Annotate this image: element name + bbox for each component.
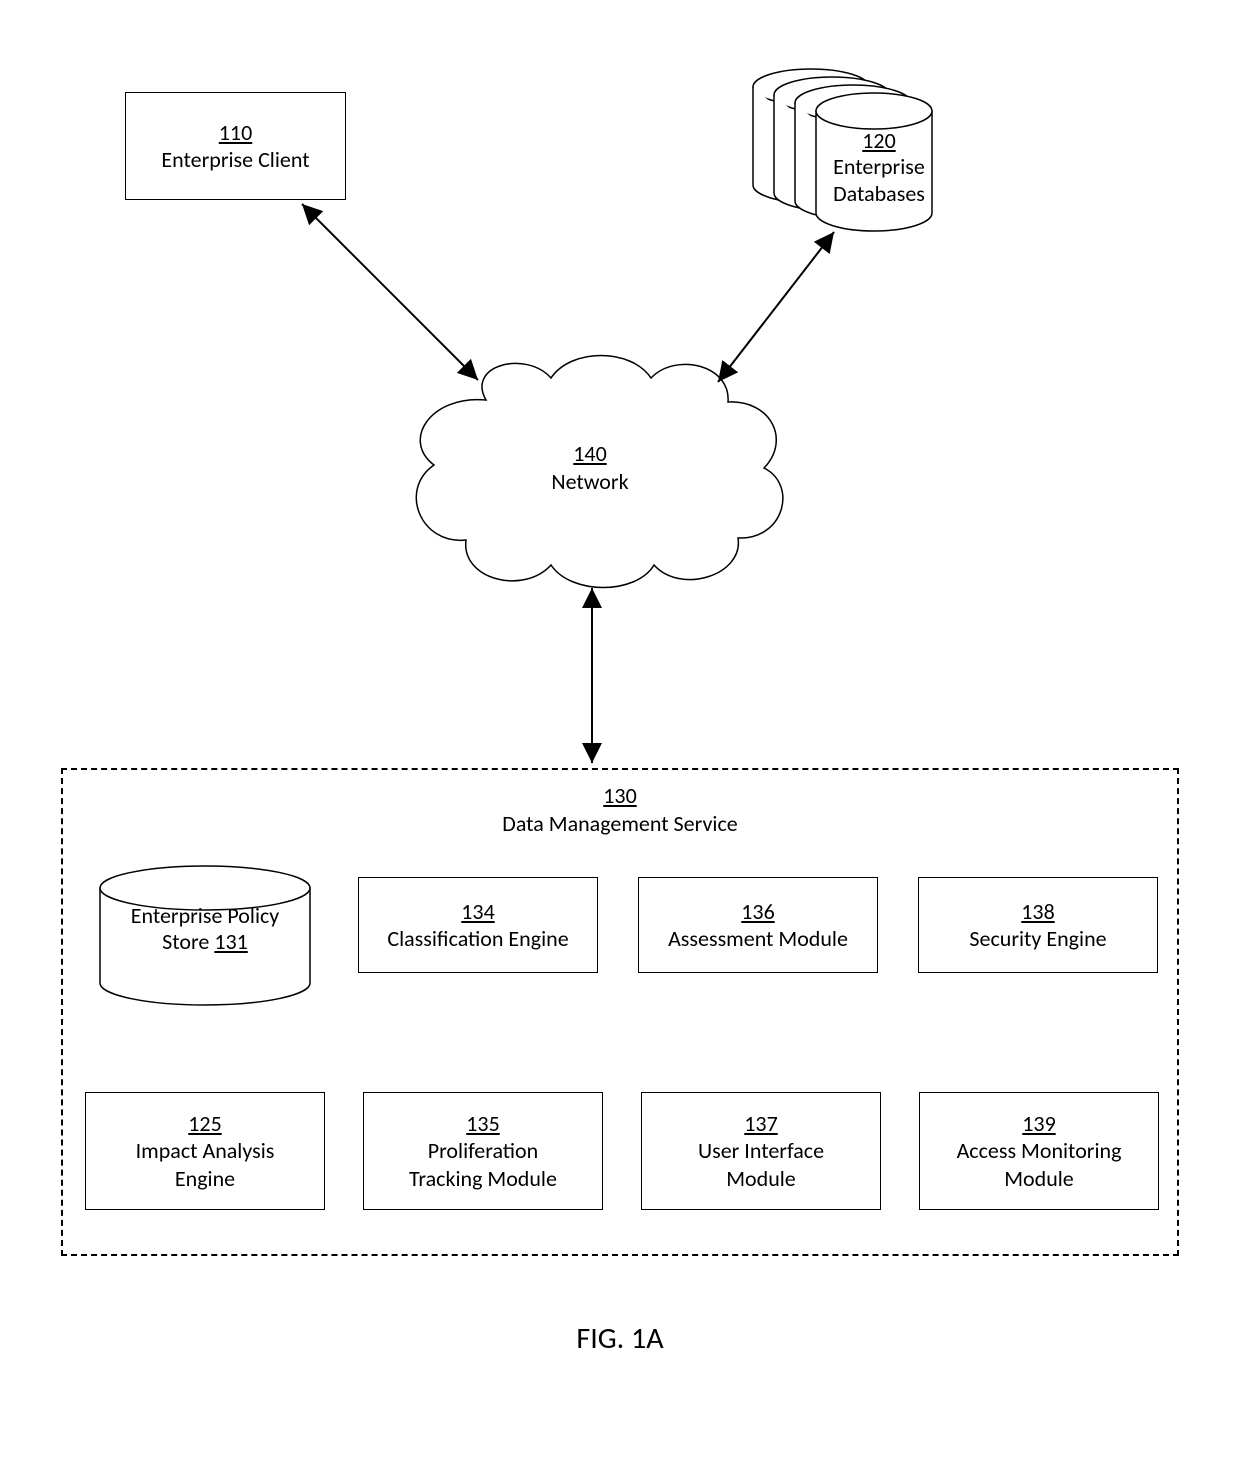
assessment-module-box: 136 Assessment Module bbox=[638, 877, 878, 973]
dms-label: Data Management Service bbox=[63, 810, 1177, 838]
policy-store-num: 131 bbox=[214, 928, 247, 955]
data-management-service-title: 130 Data Management Service bbox=[63, 782, 1177, 837]
data-management-service-container: 130 Data Management Service Enterprise P… bbox=[61, 768, 1179, 1256]
impact-analysis-engine-box: 125 Impact Analysis Engine bbox=[85, 1092, 325, 1210]
dms-num: 130 bbox=[603, 782, 636, 809]
security-engine-num: 138 bbox=[1021, 898, 1054, 925]
assessment-module-num: 136 bbox=[741, 898, 774, 925]
proliferation-label: Proliferation Tracking Module bbox=[409, 1137, 557, 1192]
ui-module-num: 137 bbox=[744, 1110, 777, 1137]
access-monitoring-num: 139 bbox=[1022, 1110, 1055, 1137]
impact-analysis-label: Impact Analysis Engine bbox=[136, 1137, 275, 1192]
ui-module-label: User Interface Module bbox=[698, 1137, 824, 1192]
assessment-module-label: Assessment Module bbox=[668, 925, 848, 953]
proliferation-num: 135 bbox=[466, 1110, 499, 1137]
figure-label: FIG. 1A bbox=[540, 1320, 700, 1357]
security-engine-label: Security Engine bbox=[969, 925, 1106, 953]
classification-engine-num: 134 bbox=[461, 898, 494, 925]
access-monitoring-module-box: 139 Access Monitoring Module bbox=[919, 1092, 1159, 1210]
classification-engine-box: 134 Classification Engine bbox=[358, 877, 598, 973]
security-engine-box: 138 Security Engine bbox=[918, 877, 1158, 973]
user-interface-module-box: 137 User Interface Module bbox=[641, 1092, 881, 1210]
policy-store-text: Enterprise Policy Store 131 bbox=[113, 903, 297, 956]
proliferation-tracking-box: 135 Proliferation Tracking Module bbox=[363, 1092, 603, 1210]
access-monitoring-label: Access Monitoring Module bbox=[957, 1137, 1122, 1192]
diagram-canvas: 110 Enterprise Client 120 Enterprise Dat… bbox=[0, 0, 1240, 1464]
classification-engine-label: Classification Engine bbox=[387, 925, 568, 953]
impact-analysis-num: 125 bbox=[188, 1110, 221, 1137]
policy-store-label: Enterprise Policy Store bbox=[131, 902, 280, 955]
